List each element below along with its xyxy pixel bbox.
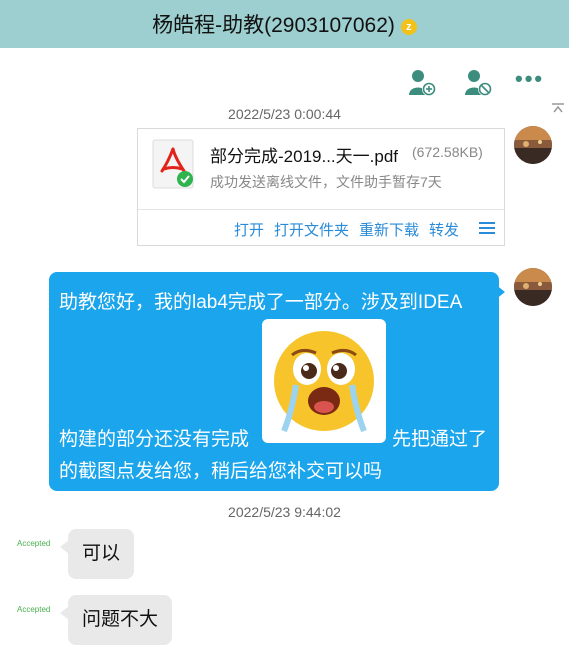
chat-title-bar: 杨皓程-助教(2903107062) z (0, 0, 569, 48)
file-name[interactable]: 部分完成-2019...天一.pdf (210, 142, 398, 167)
accepted-status: Accepted (17, 605, 51, 614)
forward-link[interactable]: 转发 (429, 222, 459, 239)
redownload-link[interactable]: 重新下载 (359, 222, 419, 239)
my-avatar[interactable] (514, 126, 552, 164)
message-text-line: 助教您好，我的lab4完成了一部分。涉及到IDEA (59, 292, 463, 313)
message-text-line: 先把通过了 (392, 429, 488, 450)
contact-name: 杨皓程-助教(2903107062) (152, 14, 395, 37)
my-avatar[interactable] (514, 268, 552, 306)
message-timestamp: 2022/5/23 9:44:02 (228, 504, 341, 520)
file-size: (672.58KB) (412, 144, 483, 160)
menu-icon[interactable] (479, 221, 495, 235)
collapse-icon[interactable] (551, 102, 565, 114)
pdf-file-icon[interactable] (152, 139, 194, 189)
file-transfer-status: 成功发送离线文件，文件助手暂存7天 (210, 174, 442, 190)
file-message-card[interactable]: 部分完成-2019...天一.pdf (672.58KB) 成功发送离线文件，文… (137, 128, 505, 246)
message-timestamp: 2022/5/23 0:00:44 (228, 106, 341, 122)
file-card-divider (138, 209, 504, 210)
received-message-bubble[interactable]: 可以 (68, 529, 135, 579)
block-contact-icon[interactable] (463, 68, 493, 98)
message-text-line: 构建的部分还没有完成 (59, 429, 250, 450)
file-action-bar: 打开 打开文件夹 重新下载 转发 (234, 219, 469, 240)
more-options-icon[interactable]: ••• (515, 66, 547, 92)
open-folder-link[interactable]: 打开文件夹 (274, 222, 349, 239)
sent-message-bubble[interactable]: 助教您好，我的lab4完成了一部分。涉及到IDEA 构建的部分还没有完成 先把通… (49, 272, 499, 491)
add-contact-icon[interactable] (407, 68, 437, 98)
open-file-link[interactable]: 打开 (234, 222, 264, 239)
accepted-status: Accepted (17, 539, 51, 548)
message-text-line: 的截图点发给您，稍后给您补交可以吗 (59, 461, 383, 482)
vip-badge-icon: z (400, 19, 417, 35)
chat-title: 杨皓程-助教(2903107062) z (0, 9, 569, 39)
received-message-bubble[interactable]: 问题不大 (68, 595, 173, 645)
crying-face-sticker[interactable] (262, 319, 386, 443)
